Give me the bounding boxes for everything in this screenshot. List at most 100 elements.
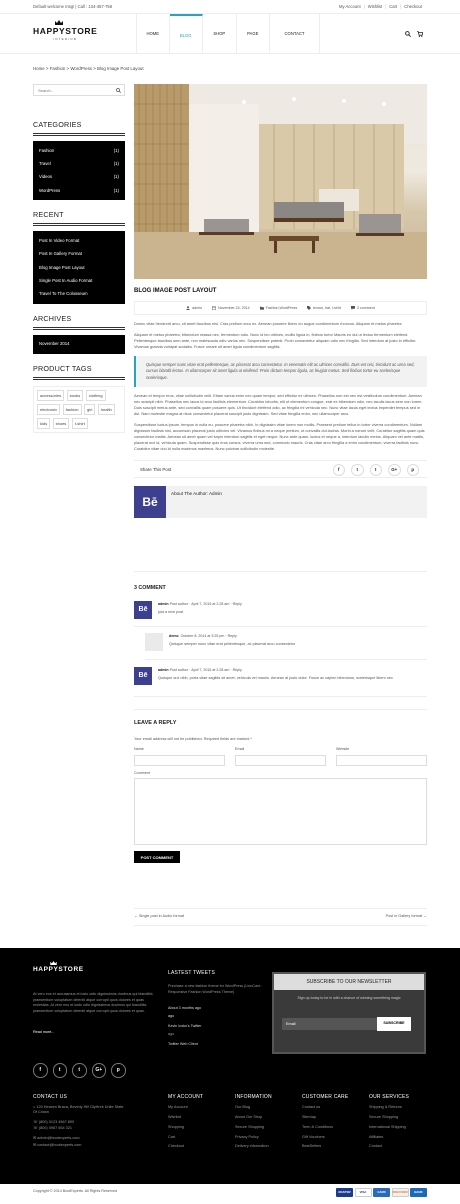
facebook-icon[interactable]: f (332, 463, 345, 477)
post-meta: admin November 24, 2014 Fashion,WordPres… (134, 301, 427, 316)
footer-link[interactable]: Sitemap (302, 1115, 348, 1120)
search-icon[interactable] (116, 87, 121, 93)
footer-link[interactable]: Affiliates (369, 1135, 409, 1140)
subscribe-button[interactable]: SUBSCRIBE (377, 1017, 411, 1031)
footer-link[interactable]: Contact us (302, 1105, 348, 1110)
sidebar-search-input[interactable]: Search.. (33, 84, 125, 96)
comment-author[interactable]: admin (158, 602, 169, 606)
google-plus-icon[interactable]: G+ (91, 1063, 106, 1078)
google-plus-icon[interactable]: G+ (388, 463, 401, 477)
twitter-icon[interactable]: t (52, 1063, 67, 1078)
previous-post-link[interactable]: ← Single post in Audio format (134, 914, 184, 919)
category-item-travel[interactable]: Travel (1) (33, 157, 125, 170)
tweet-text: ago (168, 1032, 175, 1036)
twitter-icon[interactable]: t (351, 463, 364, 477)
footer-link[interactable]: Gift Vouchers (302, 1135, 348, 1140)
footer-link[interactable]: BestSellers (302, 1144, 348, 1149)
footer-link[interactable]: Shipping & Returns (369, 1105, 409, 1110)
nav-blog[interactable]: BLOG (169, 14, 203, 54)
footer-link[interactable]: International Shipping (369, 1125, 409, 1130)
email-field[interactable] (235, 755, 326, 766)
divider (134, 571, 427, 572)
post-comment-count[interactable]: 3 comment (357, 306, 375, 311)
recent-post-item[interactable]: Post In Gallery Format (33, 247, 125, 260)
tag-kids[interactable]: kids (37, 417, 51, 429)
site-logo[interactable]: HAPPYSTORE INTERIOR (33, 20, 97, 42)
nav-home[interactable]: HOME (136, 14, 170, 54)
next-post-link[interactable]: Post in Gallery format → (386, 914, 427, 919)
cart-icon[interactable] (417, 31, 423, 37)
footer-link[interactable]: Wishlist (168, 1115, 203, 1120)
website-field[interactable] (336, 755, 427, 766)
footer-link[interactable]: Delivery information (235, 1144, 272, 1149)
comment-author[interactable]: demo (169, 634, 179, 638)
wishlist-link[interactable]: Wishlist (368, 4, 382, 10)
post-category[interactable]: Fashion,WordPress (266, 306, 298, 311)
post-author[interactable]: admin (192, 306, 202, 311)
tag-clothing[interactable]: clothing (85, 389, 106, 402)
tweet-client[interactable]: Twitter Web Client (168, 1042, 198, 1048)
reply-link[interactable]: Reply (233, 668, 242, 672)
recent-post-item[interactable]: Blog Image Post Layout (33, 261, 125, 274)
reply-link[interactable]: Reply (228, 634, 237, 638)
tag-t-shirt[interactable]: t-shirt (71, 417, 88, 429)
tumblr-icon[interactable]: t (72, 1063, 87, 1078)
pinterest-icon[interactable]: p (111, 1063, 126, 1078)
footer-link[interactable]: Secure Shopping (235, 1125, 272, 1130)
tumblr-icon[interactable]: t (369, 463, 382, 477)
my-account-link[interactable]: My Account (339, 4, 361, 10)
nav-shop[interactable]: SHOP (203, 14, 237, 54)
name-label: Name (134, 747, 144, 751)
tag-accessories[interactable]: accessories (37, 389, 65, 402)
footer-link[interactable]: Contact (369, 1144, 409, 1149)
footer-link[interactable]: My Account (168, 1105, 203, 1110)
recent-post-item[interactable]: Single Post In Audio Format (33, 274, 125, 287)
tag-books[interactable]: books (66, 389, 84, 402)
tag-electronic[interactable]: electronic (37, 403, 61, 416)
post-comment-button[interactable]: POST COMMENT (134, 851, 180, 863)
breadcrumb: Home > Fashion > WordPress > Blog Image … (33, 66, 144, 71)
tag-fashion[interactable]: fashion (62, 403, 82, 416)
recent-post-item[interactable]: Travel To The Colosseum (33, 288, 125, 301)
category-item-wordpress[interactable]: WordPress (1) (33, 184, 125, 197)
calendar-icon (212, 306, 217, 311)
facebook-icon[interactable]: f (33, 1063, 48, 1078)
category-item-fashion[interactable]: Fashion (1) (33, 144, 125, 157)
footer-link[interactable]: Shopping (168, 1125, 203, 1130)
footer-link[interactable]: Secure Shopping (369, 1115, 409, 1120)
footer-link[interactable]: Checkout (168, 1144, 203, 1149)
footer-link[interactable]: Term & Conditions (302, 1125, 348, 1130)
newsletter-email-input[interactable]: Email (282, 1018, 377, 1030)
archive-item[interactable]: November 2014 (33, 338, 125, 351)
page: Default welcome msg! | Call : 134-457-75… (0, 0, 460, 1204)
checkout-link[interactable]: Checkout (404, 4, 422, 10)
footer-link[interactable]: About Our Shop (235, 1115, 272, 1120)
pinterest-icon[interactable]: p (406, 463, 419, 477)
comment-author[interactable]: admin (158, 668, 169, 672)
mastercard-icon: MASTER (336, 1188, 353, 1197)
post-tags[interactable]: brown, hat, t-shirt (313, 306, 341, 311)
tag-girl[interactable]: girl (84, 403, 96, 416)
contact-email[interactable]: ✉ contact@bootexperts.com (33, 1143, 128, 1148)
footer-link[interactable]: Cart (168, 1135, 203, 1140)
nav-page[interactable]: PAGE (237, 14, 270, 54)
tweet-author[interactable]: Kevin Icoku's Twitter (168, 1024, 201, 1030)
category-item-videos[interactable]: Videos (1) (33, 171, 125, 184)
footer-link[interactable]: Our Blog (235, 1105, 272, 1110)
comment-textarea[interactable] (134, 778, 427, 845)
recent-post-item[interactable]: Post In Video Format (33, 234, 125, 247)
search-icon[interactable] (405, 31, 411, 37)
cart-link[interactable]: Cart (389, 4, 397, 10)
contact-email[interactable]: ✉ admin@bootexperts.com (33, 1136, 128, 1141)
divider (134, 709, 427, 710)
name-field[interactable] (134, 755, 225, 766)
footer-link[interactable]: Privacy Policy (235, 1135, 272, 1140)
footer-logo[interactable]: HAPPYSTORE (33, 961, 84, 975)
reply-link[interactable]: Reply (233, 602, 242, 606)
divider (33, 376, 125, 380)
read-more-link[interactable]: Read more... (33, 1030, 54, 1036)
nav-contact[interactable]: CONTACT (270, 14, 320, 54)
tag-shoes[interactable]: shoes (52, 417, 70, 429)
tag-health[interactable]: health (97, 403, 115, 416)
archives-list: November 2014 (33, 334, 125, 355)
